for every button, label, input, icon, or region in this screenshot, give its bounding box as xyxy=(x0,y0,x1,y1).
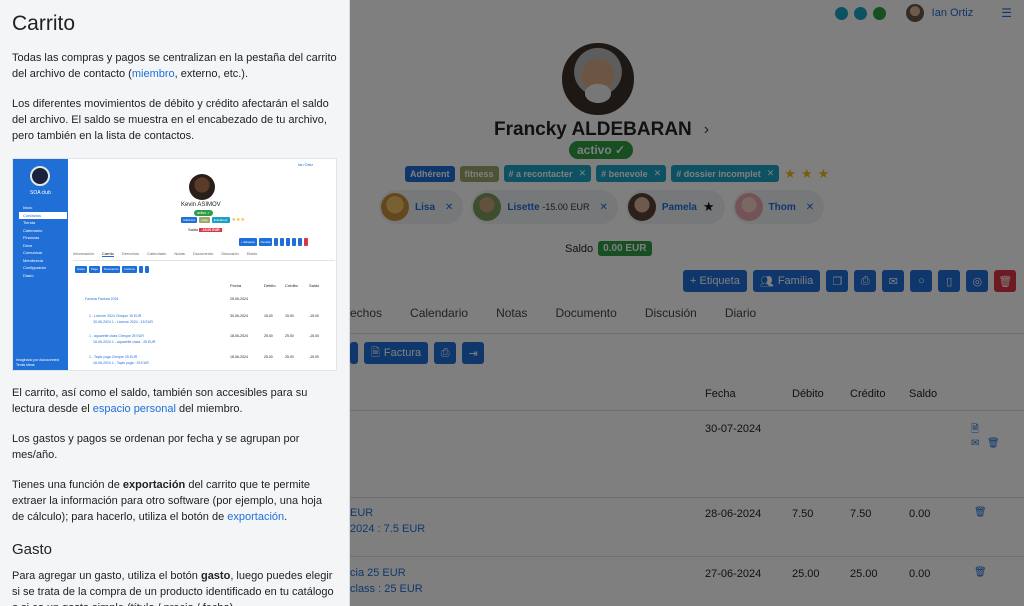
mini-row-a: 1 - Tapis yoga Cheque 25 EUR xyxy=(89,355,138,359)
example-screenshot: SOA club Inicio Contactos Tienda Calenda… xyxy=(12,158,337,371)
mini-nav-item: Drive xyxy=(23,242,33,248)
help-paragraph: Para agregar un gasto, utiliza el botón … xyxy=(12,568,337,606)
miembro-link[interactable]: miembro xyxy=(132,68,175,80)
mini-btn: Familia xyxy=(258,238,273,246)
mini-btn: Gasto xyxy=(75,266,88,273)
mini-row-deb: 25.00 xyxy=(264,334,273,338)
mini-row-cre: 15.00 xyxy=(285,314,294,318)
mini-btn: Descuento xyxy=(102,266,121,273)
mini-row-fecha: 18-06-2024 xyxy=(230,355,248,359)
mini-nav-item: Contactos xyxy=(19,211,67,219)
mini-tab: Carrito xyxy=(101,251,114,257)
help-title: Carrito xyxy=(12,12,76,35)
espacio-personal-link[interactable]: espacio personal xyxy=(93,403,176,415)
mini-tag: Entraineur xyxy=(211,217,230,223)
mini-tabs: Información Carrito Derechos Calendario … xyxy=(73,251,335,261)
help-paragraph: El carrito, así como el saldo, también s… xyxy=(12,385,337,417)
mini-row-fecha: 18-06-2024 xyxy=(230,334,248,338)
exportacion-link[interactable]: exportación xyxy=(227,511,284,523)
mini-saldo-value: -15.00 EUR xyxy=(199,228,222,232)
mini-row-b: 30-06-2024 1 - Licence 2024 : 15 EUR xyxy=(93,320,153,324)
mini-row-deb: 15.00 xyxy=(264,314,273,318)
mini-tag: Adhérent xyxy=(181,217,198,223)
help-paragraph: Todas las compras y pagos se centralizan… xyxy=(12,50,337,82)
mini-tab: Notas xyxy=(174,251,185,256)
club-logo xyxy=(30,166,50,186)
text: . xyxy=(284,511,288,523)
mini-row-cre: 25.00 xyxy=(285,355,294,359)
mini-btn: Factura xyxy=(122,266,137,273)
help-panel: Carrito Todas las compras y pagos se cen… xyxy=(0,0,350,606)
mini-btn xyxy=(286,238,291,246)
mini-saldo: Saldo -15.00 EUR xyxy=(188,227,222,232)
mini-row-deb: 25.00 xyxy=(264,355,273,359)
mini-btn xyxy=(298,238,303,246)
mini-btn: Pago xyxy=(89,266,101,273)
mini-name: Kevin ASIMOV xyxy=(181,202,221,208)
mini-row-a: Factura Factura 2024 xyxy=(85,297,119,301)
mini-tab: Información xyxy=(73,251,94,256)
mini-btn xyxy=(144,266,149,273)
mini-tag: yoga xyxy=(199,217,210,223)
mini-row-fecha: 30-06-2024 xyxy=(230,314,248,318)
mini-nav-item: Membresía xyxy=(23,257,44,263)
mini-nav-item: Diario xyxy=(23,272,34,278)
mini-nav-item: Calendario xyxy=(23,227,43,233)
club-name: SOA club xyxy=(30,190,51,196)
mini-tab: Calendario xyxy=(147,251,167,256)
mini-nav: Inicio Contactos Tienda Calendario Finan… xyxy=(19,204,67,279)
text: Saldo xyxy=(188,227,199,232)
mini-row-a: 1 - aquarelle class Cheque 25 EUR xyxy=(89,334,144,338)
help-section-title: Gasto xyxy=(12,541,53,558)
mini-row-sal: -15.00 xyxy=(309,334,319,338)
mini-tab: Derechos xyxy=(121,251,140,256)
mini-btn: + Etiqueta xyxy=(239,238,257,246)
mini-nav-item: Finanzas xyxy=(23,235,40,240)
mini-tab: Discusión xyxy=(221,251,239,256)
mini-btn xyxy=(304,238,309,246)
mini-row-b: 18-06-2024 1 - Tapis yoga : 25 EUR xyxy=(93,361,149,365)
mini-user: Ian Ortiz xyxy=(298,162,314,167)
mini-nav-item: Comunicar xyxy=(23,250,43,255)
text: del miembro. xyxy=(175,403,243,415)
mini-tab: Diario xyxy=(246,251,258,256)
mini-row-sal: -15.00 xyxy=(309,314,319,318)
mini-btn xyxy=(274,238,279,246)
mini-btn xyxy=(280,238,285,246)
text: exportación xyxy=(122,479,186,491)
mini-row-sal: -15.00 xyxy=(309,355,319,359)
mini-tags: Adhérent yoga Entraineur ★★★ xyxy=(181,217,245,223)
text: Para agregar un gasto, utiliza el botón xyxy=(12,570,201,582)
mini-subactions: Gasto Pago Descuento Factura xyxy=(75,266,149,273)
mini-status: activo ✓ xyxy=(194,210,214,216)
mini-actions: + Etiqueta Familia xyxy=(239,238,309,246)
mini-col: Fecha xyxy=(230,283,242,288)
mini-btn xyxy=(292,238,297,246)
mini-nav-item: Tienda xyxy=(23,220,36,225)
text: Tienes una función de xyxy=(12,479,123,491)
mini-row-b: 18-06-2024 1 - aquarelle class : 25 EUR xyxy=(93,340,156,344)
star-icon: ★★★ xyxy=(231,217,245,223)
mini-col: Débito xyxy=(264,283,276,288)
text: gasto xyxy=(200,570,231,582)
mini-footer: Imaginado por Assoconnect Temis Ideas xyxy=(16,358,60,367)
mini-row-fecha: 25-06-2024 xyxy=(230,297,248,301)
mini-col: Saldo xyxy=(309,283,320,288)
mini-row-cre: 25.00 xyxy=(285,334,294,338)
mini-avatar xyxy=(189,174,215,200)
mini-nav-item: Inicio xyxy=(23,205,33,210)
mini-sidebar: SOA club Inicio Contactos Tienda Calenda… xyxy=(13,159,68,370)
mini-nav-item: Configurador xyxy=(23,265,47,270)
mini-col: Crédito xyxy=(285,283,298,288)
mini-row-a: 1 - Licence 2024 Cheque 15 EUR xyxy=(89,314,142,318)
help-paragraph: Los gastos y pagos se ordenan por fecha … xyxy=(12,433,300,461)
help-paragraph: Los diferentes movimientos de débito y c… xyxy=(12,98,329,142)
mini-btn xyxy=(138,266,143,273)
mini-tab: Documento xyxy=(192,251,214,256)
text: , externo, etc.). xyxy=(174,68,249,80)
help-paragraph: Tienes una función de exportación del ca… xyxy=(12,477,337,525)
